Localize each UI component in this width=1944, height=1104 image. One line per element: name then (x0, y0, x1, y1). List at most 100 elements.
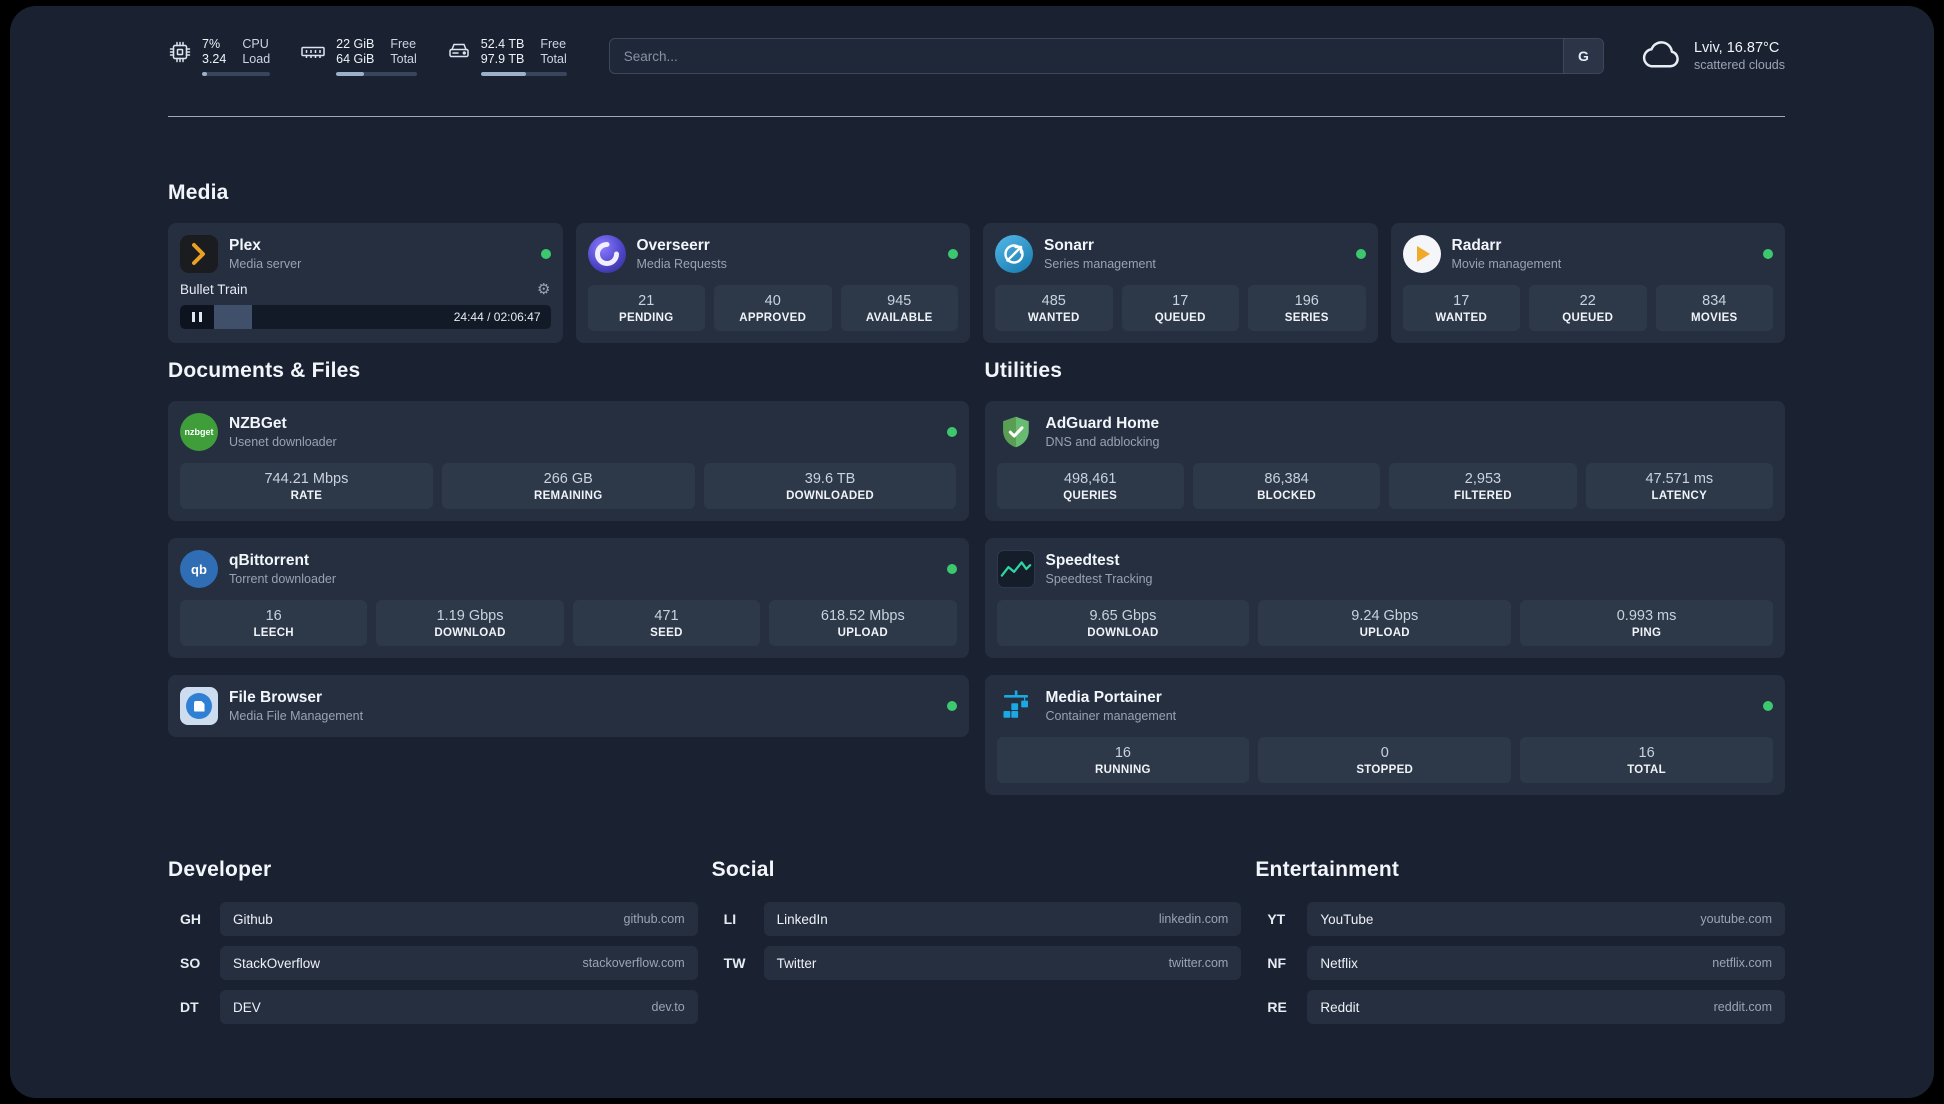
app-subtitle: Movie management (1451, 257, 1562, 271)
bookmark-twitter[interactable]: Twitter twitter.com (763, 946, 1242, 980)
storage-total-value: 97.9 TB (480, 51, 525, 66)
stat-label: DOWNLOAD (1087, 626, 1159, 639)
stat-ping: 0.993 ms PING (1520, 600, 1773, 646)
plex-card: Plex Media server Bullet Train ⚙ 24:44 /… (168, 223, 563, 343)
stat-label: PENDING (619, 311, 674, 324)
stat-value: 196 (1294, 292, 1319, 309)
adguard-app[interactable]: AdGuard Home DNS and adblocking (997, 413, 1774, 451)
nzbget-app[interactable]: nzbget NZBGet Usenet downloader (180, 413, 957, 451)
pause-button[interactable] (180, 305, 214, 329)
stat-label: RATE (290, 489, 323, 502)
app-subtitle: Container management (1045, 709, 1177, 723)
bookmark-github[interactable]: Github github.com (220, 902, 698, 936)
sonarr-icon (995, 235, 1033, 273)
app-name: AdGuard Home (1045, 415, 1160, 432)
stat-label: TOTAL (1627, 763, 1666, 776)
status-dot (1763, 701, 1773, 711)
stat-value: 471 (654, 607, 679, 624)
social-column: Social LI LinkedIn linkedin.com TW Twitt… (712, 858, 1242, 1034)
bookmark-reddit[interactable]: Reddit reddit.com (1307, 990, 1785, 1024)
search-input[interactable] (609, 39, 1563, 73)
stat-value: 0 (1380, 744, 1389, 761)
storage-free-label: Free (540, 36, 567, 51)
stat-value: 9.24 Gbps (1351, 607, 1419, 624)
memory-free-value: 22 GiB (336, 36, 375, 51)
sonarr-app[interactable]: Sonarr Series management (995, 235, 1366, 273)
bookmark-abbr: DT (180, 999, 199, 1015)
stat-value: 16 (1638, 744, 1655, 761)
app-subtitle: Speedtest Tracking (1045, 572, 1153, 586)
plex-app[interactable]: Plex Media server (180, 235, 551, 273)
app-name: Media Portainer (1045, 689, 1162, 706)
portainer-app[interactable]: Media Portainer Container management (997, 687, 1773, 725)
filebrowser-app[interactable]: File Browser Media File Management (180, 687, 957, 725)
bookmark-name: YouTube (1320, 911, 1374, 927)
search-engine-button[interactable]: G (1562, 39, 1603, 73)
stat-value: 0.993 ms (1616, 607, 1677, 624)
bookmark-row: RE Reddit reddit.com (1255, 990, 1785, 1024)
overseerr-app[interactable]: Overseerr Media Requests (587, 235, 958, 273)
stat-value: 618.52 Mbps (820, 607, 905, 624)
stat-queued: 17 QUEUED (1121, 285, 1239, 331)
cpu-stat: 7% CPU 3.24 Load (168, 36, 271, 76)
status-dot (1355, 249, 1366, 259)
stat-running: 16 RUNNING (996, 737, 1250, 783)
section-title-utilities: Utilities (984, 359, 1063, 382)
bookmark-row: YT YouTube youtube.com (1255, 902, 1785, 936)
now-playing-title: Bullet Train (180, 282, 248, 297)
stat-available: 945 AVAILABLE (840, 285, 958, 331)
now-playing-row: Bullet Train ⚙ (180, 282, 551, 297)
app-subtitle: Media File Management (229, 709, 364, 723)
media-grid: Plex Media server Bullet Train ⚙ 24:44 /… (168, 223, 1785, 343)
stat-filtered: 2,953 FILTERED (1389, 463, 1577, 509)
bookmark-stackoverflow[interactable]: StackOverflow stackoverflow.com (220, 946, 698, 980)
stat-value: 9.65 Gbps (1089, 607, 1157, 624)
bookmark-abbr: YT (1267, 911, 1286, 927)
memory-usage-bar (336, 71, 417, 76)
stat-upload: 9.24 Gbps UPLOAD (1258, 600, 1512, 646)
seek-bar[interactable]: 24:44 / 02:06:47 (180, 305, 551, 329)
ram-icon (300, 40, 326, 76)
sonarr-card: Sonarr Series management 485 WANTED 17 Q… (983, 223, 1378, 343)
memory-stat: 22 GiB Free 64 GiB Total (300, 37, 417, 76)
bookmark-abbr: NF (1267, 955, 1286, 971)
nzbget-icon-text: nzbget (184, 427, 214, 437)
bookmark-url: stackoverflow.com (582, 956, 685, 970)
status-dot (946, 701, 957, 711)
section-title-entertainment: Entertainment (1255, 858, 1400, 881)
bookmark-netflix[interactable]: Netflix netflix.com (1307, 946, 1785, 980)
bookmark-row: LI LinkedIn linkedin.com (712, 902, 1242, 936)
stat-label: RUNNING (1095, 763, 1151, 776)
entertainment-column: Entertainment YT YouTube youtube.com NF … (1255, 858, 1785, 1034)
settings-gear-icon[interactable]: ⚙ (537, 282, 550, 297)
plex-icon (180, 235, 218, 273)
app-subtitle: Usenet downloader (229, 435, 337, 449)
status-dot (540, 249, 551, 259)
stat-value: 1.19 Gbps (436, 607, 504, 624)
qbittorrent-app[interactable]: qb qBittorrent Torrent downloader (180, 550, 957, 588)
bookmark-linkedin[interactable]: LinkedIn linkedin.com (763, 902, 1242, 936)
overseerr-icon (587, 235, 626, 273)
stat-leech: 16 LEECH (180, 600, 368, 646)
adguard-shield-icon (997, 413, 1035, 451)
header-divider (168, 116, 1785, 117)
bookmark-dev[interactable]: DEV dev.to (220, 990, 698, 1024)
stat-series: 196 SERIES (1248, 285, 1366, 331)
qbittorrent-icon: qb (180, 550, 218, 588)
speedtest-app[interactable]: Speedtest Speedtest Tracking (996, 550, 1774, 588)
status-dot (1763, 249, 1773, 259)
radarr-app[interactable]: Radarr Movie management (1402, 235, 1773, 273)
stat-value: 22 (1579, 292, 1596, 309)
stat-value: 16 (1114, 744, 1131, 761)
stat-label: LATENCY (1651, 489, 1708, 502)
stat-movies: 834 MOVIES (1655, 285, 1773, 331)
playback-time: 24:44 / 02:06:47 (453, 310, 541, 324)
bookmark-row: GH Github github.com (168, 902, 698, 936)
bookmark-name: Reddit (1320, 999, 1360, 1015)
app-subtitle: Media Requests (636, 257, 727, 271)
bookmark-youtube[interactable]: YouTube youtube.com (1307, 902, 1785, 936)
stat-value: 39.6 TB (804, 470, 856, 487)
adguard-card: AdGuard Home DNS and adblocking 498,461 … (984, 401, 1785, 521)
storage-stat: 52.4 TB Free 97.9 TB Total (447, 37, 567, 76)
cpu-label: CPU (242, 36, 269, 51)
